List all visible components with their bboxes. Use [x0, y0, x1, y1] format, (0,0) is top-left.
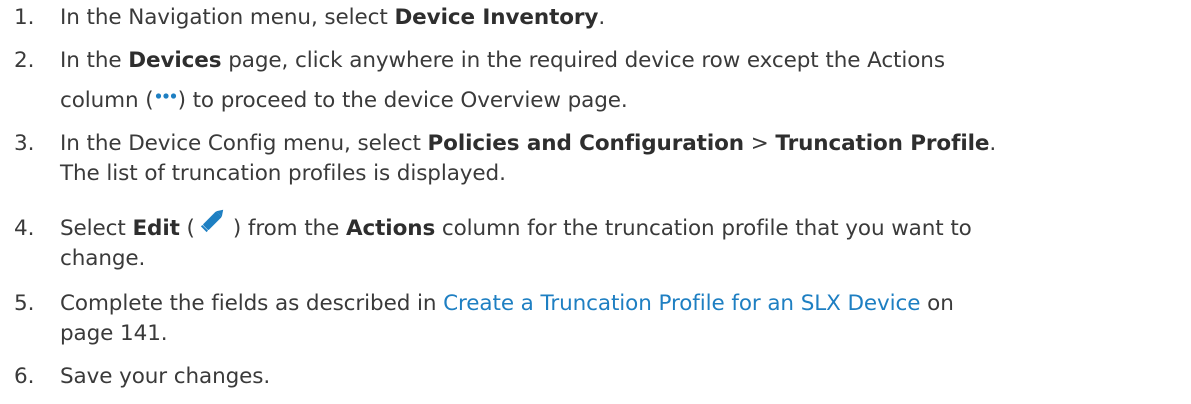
step-text: (: [179, 216, 195, 241]
step-text: Complete the fields as described in: [60, 291, 444, 316]
step-number: 4.: [14, 216, 35, 241]
ui-term: Actions: [345, 216, 436, 241]
step-text: In the: [60, 48, 129, 73]
ui-term: Edit: [132, 216, 180, 241]
step-2: 2. In the Devices page, click anywhere in…: [0, 47, 945, 75]
step-5: 5. Complete the fields as described in Cr…: [0, 290, 954, 318]
step-text: In the Navigation menu, select: [60, 5, 395, 30]
step-5-continued: page 141.: [0, 320, 168, 348]
step-text: Select: [60, 216, 133, 241]
step-text: >: [743, 131, 776, 156]
step-text: ) to proceed to the device Overview page…: [177, 88, 628, 113]
step-number: 6.: [14, 364, 35, 389]
step-4: 4. Select Edit ( ) from the Actions column…: [0, 209, 972, 244]
step-text: on: [920, 291, 954, 316]
ui-term: Policies and Configuration: [427, 131, 745, 156]
step-number: 5.: [14, 291, 35, 316]
step-text: The list of truncation profiles is displ…: [60, 161, 506, 186]
cross-reference-link[interactable]: Create a Truncation Profile for an SLX D…: [443, 291, 920, 316]
ui-term: Devices: [128, 48, 222, 73]
step-text: .: [989, 131, 997, 156]
pencil-icon: [200, 209, 224, 233]
step-text: Save your changes.: [60, 364, 271, 389]
procedure-steps: 1. In the Navigation menu, select Device …: [0, 0, 1191, 404]
step-text: page 141.: [60, 321, 168, 346]
step-text: column for the truncation profile that y…: [435, 216, 972, 241]
step-text: change.: [60, 246, 146, 271]
step-4-continued: change.: [0, 245, 145, 273]
step-text: ) from the: [232, 216, 346, 241]
step-number: 2.: [14, 48, 35, 73]
step-number: 1.: [14, 5, 35, 30]
step-text: In the Device Config menu, select: [60, 131, 428, 156]
step-text: .: [598, 5, 606, 30]
step-text: page, click anywhere in the required dev…: [221, 48, 945, 73]
step-text: column (: [60, 88, 154, 113]
step-2-continued: column ( ) to proceed to the device Overv…: [0, 87, 628, 115]
step-6: 6. Save your changes.: [0, 363, 270, 391]
step-number: 3.: [14, 131, 35, 156]
step-1: 1. In the Navigation menu, select Device …: [0, 4, 605, 32]
step-3-continued: The list of truncation profiles is displ…: [0, 160, 506, 188]
ui-term: Device Inventory: [394, 5, 599, 30]
ui-term: Truncation Profile: [775, 131, 990, 156]
more-dots-icon: [155, 93, 176, 99]
step-3: 3. In the Device Config menu, select Poli…: [0, 130, 996, 158]
